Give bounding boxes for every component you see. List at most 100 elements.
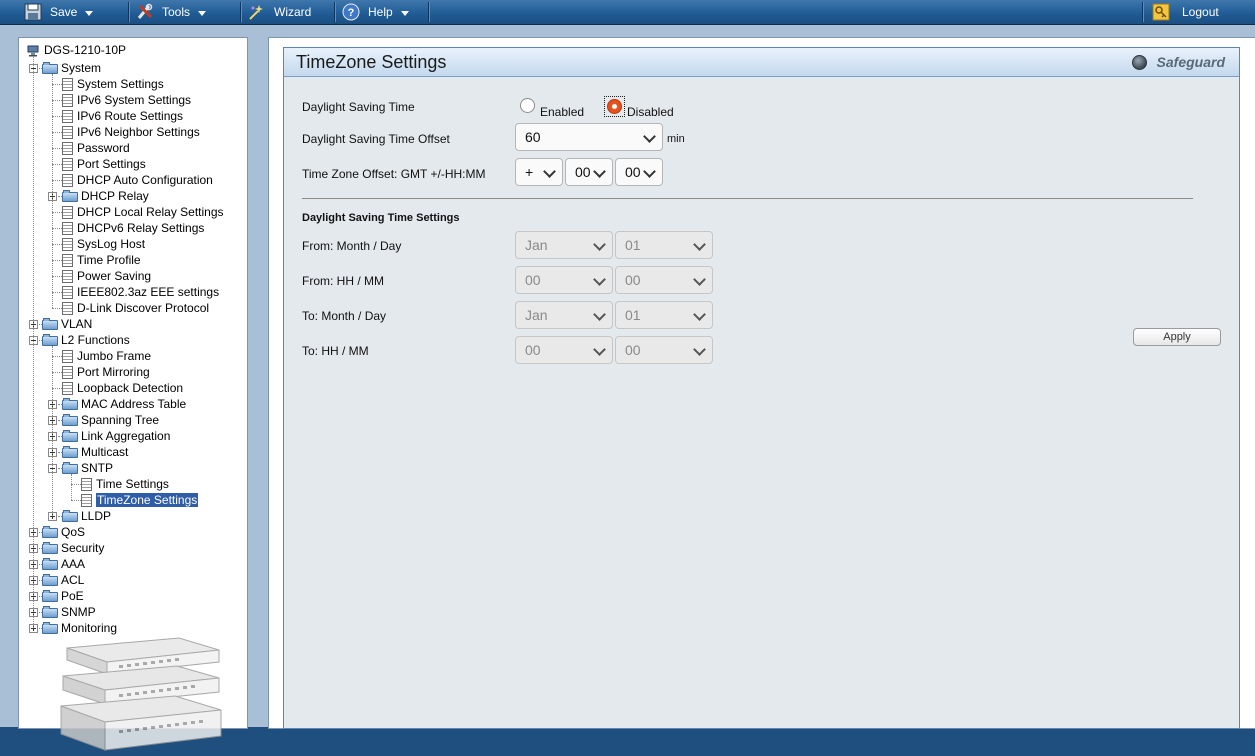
tree-item-multicast[interactable]: Multicast [62,444,128,460]
tree-item-ipv6-system-settings[interactable]: IPv6 System Settings [62,92,191,108]
tree-item-ieee802-3az-eee-settings[interactable]: IEEE802.3az EEE settings [62,284,219,300]
to-day-value: 01 [625,307,641,323]
tree-item-ipv6-neighbor-settings[interactable]: IPv6 Neighbor Settings [62,124,200,140]
from-day-value: 01 [625,237,641,253]
tree-connector [71,500,81,501]
tz-sign-select[interactable]: + [515,158,563,186]
dst-enabled-radio[interactable] [520,98,535,113]
folder-open-icon [62,462,79,474]
help-question-icon: ? [342,3,360,21]
tree-item-ipv6-route-settings[interactable]: IPv6 Route Settings [62,108,183,124]
to-day-select[interactable]: 01 [615,301,713,329]
tree-item-jumbo-frame[interactable]: Jumbo Frame [62,348,151,364]
tree-item-poe[interactable]: PoE [42,588,84,604]
tree-item-link-aggregation[interactable]: Link Aggregation [62,428,170,444]
folder-open-icon [42,62,59,74]
tree-item-system[interactable]: System [42,60,101,76]
tree-item-l2-functions[interactable]: L2 Functions [42,332,130,348]
dst-disabled-label: Disabled [627,105,674,119]
folder-icon [42,622,59,634]
tree-item-dhcp-auto-configuration[interactable]: DHCP Auto Configuration [62,172,213,188]
logout-button[interactable]: Logout [1152,0,1219,24]
tree-item-dhcpv6-relay-settings[interactable]: DHCPv6 Relay Settings [62,220,204,236]
folder-icon [62,430,79,442]
to-month-select[interactable]: Jan [515,301,613,329]
tree-connector [33,52,34,628]
tz-minute-value: 00 [625,164,641,180]
tree-item-label: Time Settings [96,477,169,491]
top-toolbar: Save Tools Wizard ? Help Logout [0,0,1255,25]
folder-icon [62,414,79,426]
tree-item-password[interactable]: Password [62,140,130,156]
folder-icon [42,590,59,602]
tz-minute-select[interactable]: 00 [615,158,663,186]
tree-item-snmp[interactable]: SNMP [42,604,96,620]
tree-item-label: SNMP [61,605,96,619]
apply-button[interactable]: Apply [1133,328,1221,346]
from-month-select[interactable]: Jan [515,231,613,259]
tree-item-label: IEEE802.3az EEE settings [77,285,220,299]
chevron-down-icon [643,165,656,178]
tools-menu[interactable]: Tools [136,0,207,24]
tree-item-syslog-host[interactable]: SysLog Host [62,236,145,252]
tree-connector [52,356,62,357]
to-hour-select[interactable]: 00 [515,336,613,364]
tree-item-port-settings[interactable]: Port Settings [62,156,146,172]
tools-label: Tools [162,5,191,19]
from-minute-select[interactable]: 00 [615,266,713,294]
tree-item-system-settings[interactable]: System Settings [62,76,164,92]
floppy-disk-icon [24,3,42,21]
tree-item-spanning-tree[interactable]: Spanning Tree [62,412,159,428]
help-menu[interactable]: ? Help [342,0,409,24]
document-icon [62,285,73,299]
tree-item-acl[interactable]: ACL [42,572,84,588]
from-day-select[interactable]: 01 [615,231,713,259]
dst-offset-select[interactable]: 60 [515,123,663,151]
wizard-button[interactable]: Wizard [248,0,311,24]
tree-item-label: SNTP [81,461,114,475]
tree-item-port-mirroring[interactable]: Port Mirroring [62,364,150,380]
chevron-down-icon [593,343,606,356]
tree-connector [52,276,62,277]
to-hh-mm-label: To: HH / MM [302,344,369,358]
document-icon [62,269,73,283]
tree-item-label: DHCP Local Relay Settings [77,205,224,219]
dst-disabled-radio[interactable] [607,99,622,114]
folder-icon [62,398,79,410]
tree-item-timezone-settings[interactable]: TimeZone Settings [81,492,199,508]
help-label: Help [368,5,393,19]
tree-item-power-saving[interactable]: Power Saving [62,268,151,284]
toolbar-divider [428,2,430,22]
tree-item-dhcp-relay[interactable]: DHCP Relay [62,188,149,204]
tree-item-label: System [61,61,102,75]
tree-item-time-settings[interactable]: Time Settings [81,476,169,492]
tree-item-label: Loopback Detection [77,381,184,395]
from-hour-select[interactable]: 00 [515,266,613,294]
folder-open-icon [42,334,59,346]
switch-stack-image [60,637,222,751]
tree-item-time-profile[interactable]: Time Profile [62,252,141,268]
tree-item-sntp[interactable]: SNTP [62,460,113,476]
to-minute-select[interactable]: 00 [615,336,713,364]
tz-hour-select[interactable]: 00 [565,158,613,186]
chevron-down-icon [198,10,207,16]
tree-item-aaa[interactable]: AAA [42,556,85,572]
tree-item-label: Port Settings [77,157,146,171]
tree-item-mac-address-table[interactable]: MAC Address Table [62,396,186,412]
tree-item-security[interactable]: Security [42,540,104,556]
document-icon [62,109,73,123]
tree-item-vlan[interactable]: VLAN [42,316,92,332]
tree-connector [52,116,62,117]
switch-device-icon [27,45,39,57]
tree-item-qos[interactable]: QoS [42,524,85,540]
save-menu[interactable]: Save [24,0,94,24]
tree-item-d-link-discover-protocol[interactable]: D-Link Discover Protocol [62,300,209,316]
tree-root-device[interactable]: DGS-1210-10P [27,42,126,58]
save-label: Save [50,5,78,19]
tree-item-loopback-detection[interactable]: Loopback Detection [62,380,183,396]
tree-item-lldp[interactable]: LLDP [62,508,111,524]
folder-icon [42,526,59,538]
tree-item-label: AAA [61,557,86,571]
document-icon [81,477,92,491]
tree-item-dhcp-local-relay-settings[interactable]: DHCP Local Relay Settings [62,204,224,220]
